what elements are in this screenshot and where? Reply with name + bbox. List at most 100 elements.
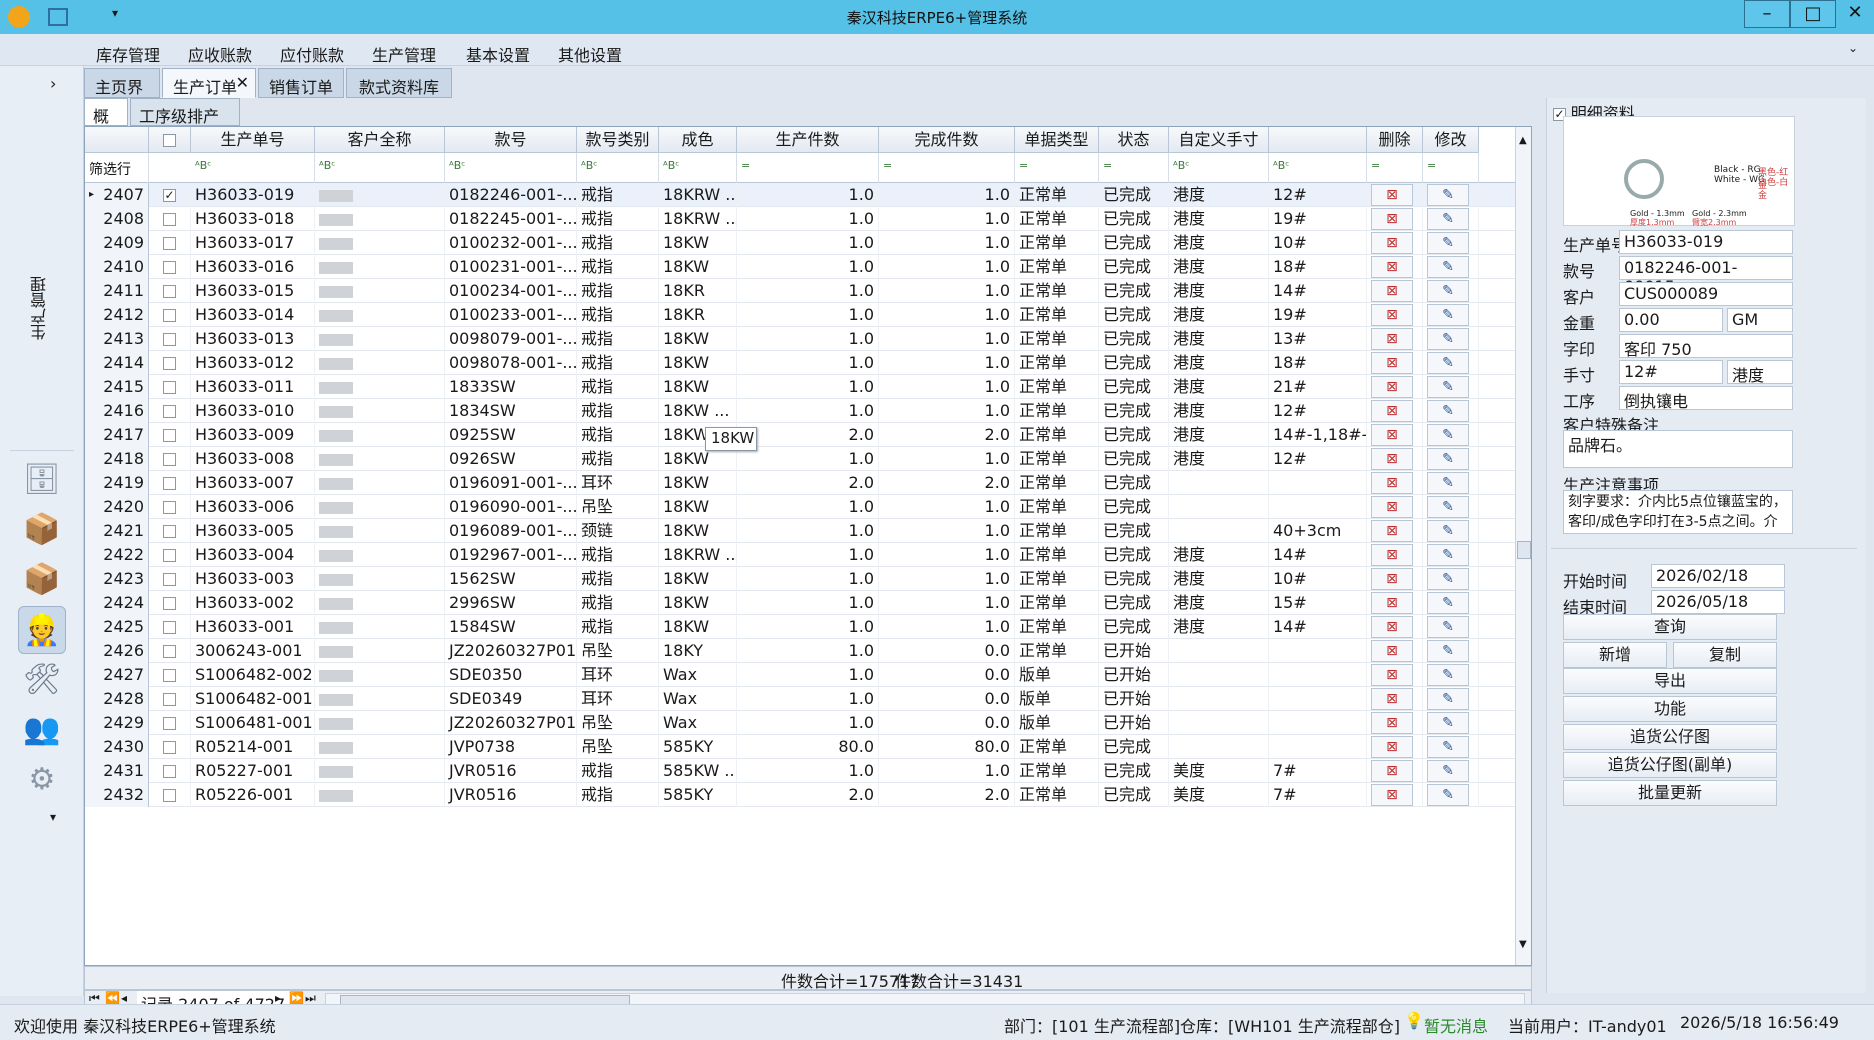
delete-icon[interactable]: ⊠ [1371,280,1413,302]
edit-icon[interactable]: ✎ [1427,496,1469,518]
filter-cell[interactable]: ᴬBᶜ [1169,153,1269,183]
table-row[interactable]: 2408 H36033-018 0182245-001-... 戒指 18KRW ...… [85,207,1515,231]
edit-button[interactable]: ✎ [1423,783,1479,807]
delete-button[interactable]: ⊠ [1367,423,1423,447]
delete-icon[interactable]: ⊠ [1371,208,1413,230]
table-row[interactable]: 2409 H36033-017 0100232-001-... 戒指 18KW 1.0 1.… [85,231,1515,255]
table-row[interactable]: 2432 R05226-001 JVR0516 戒指 585KY 2.0 2.0 正常单 已完成… [85,783,1515,807]
tools-icon[interactable]: 🛠 [18,656,66,704]
nav-prev-icon[interactable]: ◂ [121,991,127,1005]
delete-button[interactable]: ⊠ [1367,375,1423,399]
table-row[interactable]: 2426 3006243-001 JZ20260327P01 吊坠 18KY 1.0 0.0… [85,639,1515,663]
edit-button[interactable]: ✎ [1423,639,1479,663]
customer-field[interactable]: CUS000089 [1619,282,1793,306]
edit-icon[interactable]: ✎ [1427,760,1469,782]
row-checkbox[interactable] [149,207,191,231]
table-row[interactable]: 2423 H36033-003 1562SW 戒指 18KW 1.0 1.0 正常单 已完成 港度… [85,567,1515,591]
table-row[interactable]: 2430 R05214-001 JVP0738 吊坠 585KY 80.0 80.0 正常单已… [85,735,1515,759]
row-checkbox[interactable] [149,759,191,783]
edit-button[interactable]: ✎ [1423,663,1479,687]
filter-cell[interactable]: = [879,153,1015,183]
row-checkbox[interactable] [149,495,191,519]
edit-icon[interactable]: ✎ [1427,400,1469,422]
edit-icon[interactable]: ✎ [1427,616,1469,638]
delete-button[interactable]: ⊠ [1367,183,1423,207]
row-checkbox[interactable] [149,615,191,639]
table-row[interactable]: 2414 H36033-012 0098078-001-... 戒指 18KW 1.0 1.… [85,351,1515,375]
delete-button[interactable]: ⊠ [1367,783,1423,807]
column-header[interactable] [1269,127,1367,153]
delete-button[interactable]: ⊠ [1367,687,1423,711]
delete-icon[interactable]: ⊠ [1371,352,1413,374]
delete-icon[interactable]: ⊠ [1371,592,1413,614]
size-field[interactable]: 12# [1619,360,1723,384]
row-checkbox[interactable] [149,327,191,351]
delete-button[interactable]: ⊠ [1367,639,1423,663]
edit-button[interactable]: ✎ [1423,495,1479,519]
filter-cell[interactable]: ᴬBᶜ [577,153,659,183]
edit-button[interactable]: ✎ [1423,399,1479,423]
database-icon[interactable]: 🗄 [18,456,66,504]
maximize-button[interactable]: □ [1790,0,1836,28]
column-header[interactable]: 单据类型 [1015,127,1099,153]
row-checkbox[interactable] [149,471,191,495]
table-row[interactable]: ▸ 2407 ✓ H36033-019 0182246-001-... 戒指 18KRW .… [85,183,1515,207]
edit-button[interactable]: ✎ [1423,351,1479,375]
delete-button[interactable]: ⊠ [1367,279,1423,303]
column-header[interactable]: 成色 [659,127,737,153]
delete-icon[interactable]: ⊠ [1371,304,1413,326]
edit-button[interactable]: ✎ [1423,615,1479,639]
edit-button[interactable]: ✎ [1423,327,1479,351]
menu-item[interactable]: 其他设置 [558,42,622,66]
edit-icon[interactable]: ✎ [1427,784,1469,806]
subtab-scheduling[interactable]: 工序级排产 [130,98,240,126]
delete-icon[interactable]: ⊠ [1371,472,1413,494]
table-row[interactable]: 2431 R05227-001 JVR0516 戒指 585KW ... 1.0 1.0 正常… [85,759,1515,783]
delete-icon[interactable]: ⊠ [1371,520,1413,542]
row-checkbox[interactable] [149,447,191,471]
edit-icon[interactable]: ✎ [1427,232,1469,254]
delete-button[interactable]: ⊠ [1367,495,1423,519]
filter-row[interactable]: 筛选行 ᴬBᶜ ᴬBᶜ ᴬBᶜ ᴬBᶜ ᴬBᶜ = = = = ᴬBᶜ ᴬBᶜ = = [85,153,1515,183]
edit-button[interactable]: ✎ [1423,711,1479,735]
edit-icon[interactable]: ✎ [1427,592,1469,614]
row-checkbox[interactable] [149,591,191,615]
stamp-field[interactable]: 客印 750 [1619,334,1793,359]
filter-cell[interactable]: ᴬBᶜ [191,153,315,183]
edit-icon[interactable]: ✎ [1427,712,1469,734]
menu-item[interactable]: 应付账款 [280,42,344,66]
delete-button[interactable]: ⊠ [1367,351,1423,375]
row-checkbox[interactable] [149,399,191,423]
order-field[interactable]: H36033-019 [1619,230,1793,254]
table-row[interactable]: 2411 H36033-015 0100234-001-... 戒指 18KR 1.0 1.… [85,279,1515,303]
edit-icon[interactable]: ✎ [1427,568,1469,590]
delete-button[interactable]: ⊠ [1367,543,1423,567]
delete-button[interactable]: ⊠ [1367,567,1423,591]
column-header[interactable]: 款号 [445,127,577,153]
edit-icon[interactable]: ✎ [1427,544,1469,566]
table-row[interactable]: 2421 H36033-005 0196089-001-... 颈链 18KW 1.0 1.… [85,519,1515,543]
column-header[interactable]: 完成件数 [879,127,1015,153]
edit-icon[interactable]: ✎ [1427,304,1469,326]
row-checkbox[interactable] [149,711,191,735]
filter-cell[interactable]: = [1367,153,1423,183]
settings-gear-icon[interactable]: ⚙ [18,756,66,804]
row-checkbox[interactable] [149,279,191,303]
filter-cell[interactable]: ᴬBᶜ [445,153,577,183]
delete-icon[interactable]: ⊠ [1371,760,1413,782]
copy-button[interactable]: 复制 [1673,642,1777,668]
expand-chevron-icon[interactable]: › [50,74,56,93]
table-row[interactable]: 2419 H36033-007 0196091-001-... 耳环 18KW 2.0 2.… [85,471,1515,495]
edit-button[interactable]: ✎ [1423,471,1479,495]
delete-icon[interactable]: ⊠ [1371,400,1413,422]
table-row[interactable]: 2418 H36033-008 0926SW 戒指 18KW 1.0 1.0 正常单 已完成 港度… [85,447,1515,471]
edit-icon[interactable]: ✎ [1427,520,1469,542]
edit-icon[interactable]: ✎ [1427,352,1469,374]
tab-production-order[interactable]: 生产订单 ✕ [162,68,256,98]
edit-button[interactable]: ✎ [1423,735,1479,759]
edit-button[interactable]: ✎ [1423,519,1479,543]
delete-icon[interactable]: ⊠ [1371,496,1413,518]
style-field[interactable]: 0182246-001-00015 [1619,256,1793,296]
edit-button[interactable]: ✎ [1423,207,1479,231]
row-checkbox[interactable] [149,663,191,687]
